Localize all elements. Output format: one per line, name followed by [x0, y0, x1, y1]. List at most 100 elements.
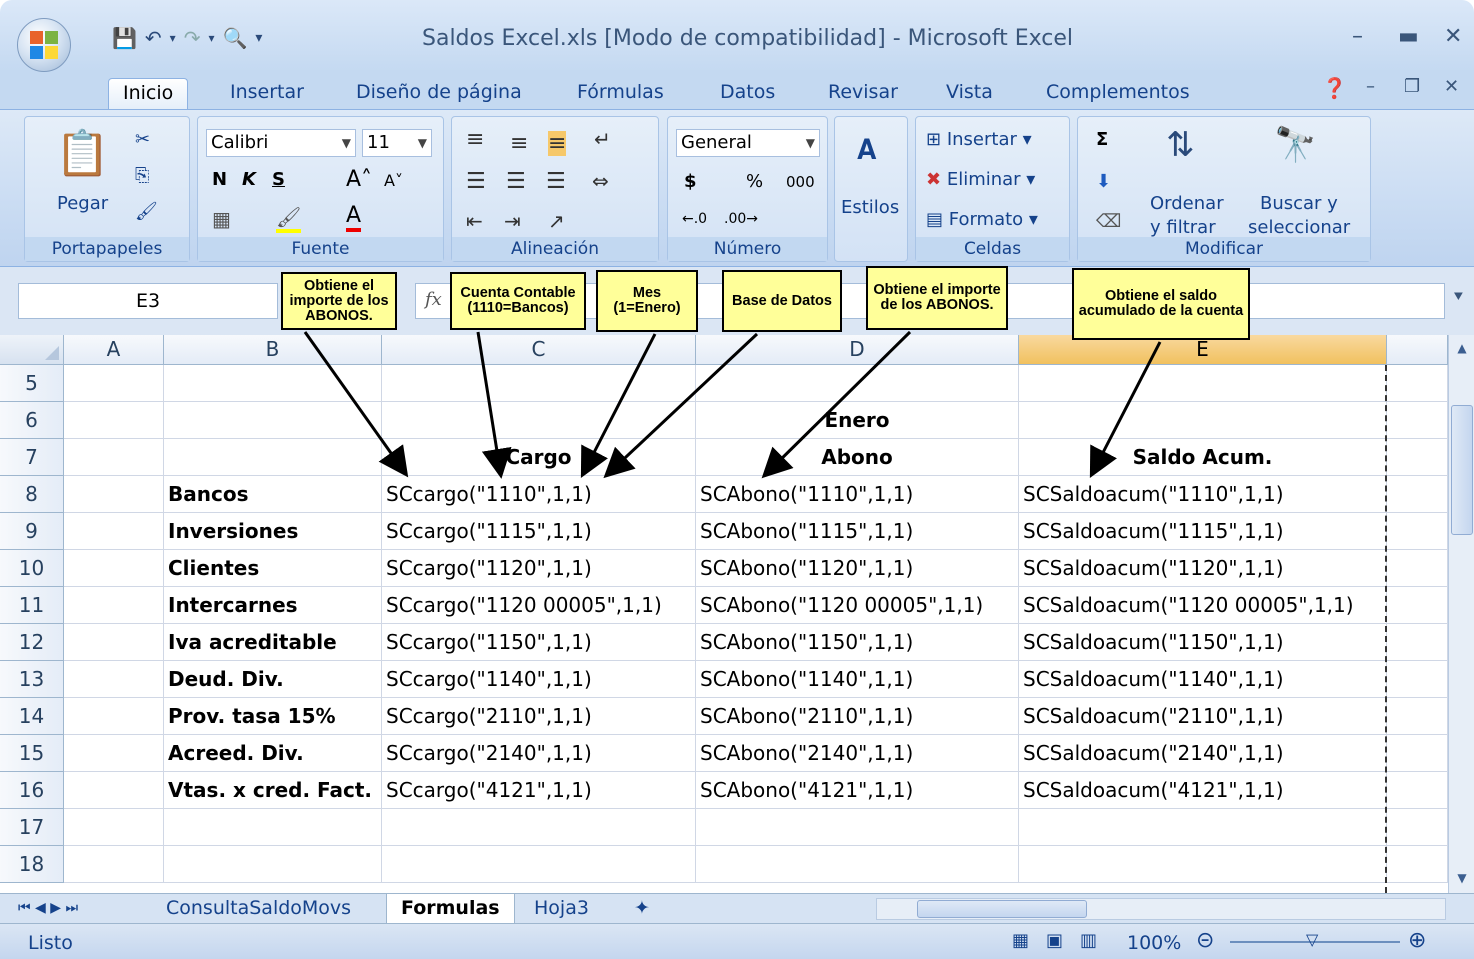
normal-view-icon[interactable]: ▦ — [1012, 930, 1029, 951]
row-header[interactable]: 5 — [0, 365, 64, 402]
font-size-combo[interactable]: 11 ▼ — [362, 129, 432, 157]
row-header[interactable]: 9 — [0, 513, 64, 550]
orientation-icon[interactable]: ↗ — [548, 209, 565, 233]
cell-d[interactable] — [696, 809, 1019, 846]
wrap-text-icon[interactable]: ↵ — [594, 127, 611, 151]
cell-b[interactable] — [164, 365, 382, 402]
help-icon[interactable]: ❓ — [1322, 76, 1347, 100]
row-header[interactable]: 15 — [0, 735, 64, 772]
cell-f[interactable] — [1387, 772, 1448, 809]
sort-filter-line2[interactable]: y filtrar — [1150, 217, 1216, 238]
cell-a[interactable] — [64, 476, 164, 513]
workbook-close-icon[interactable]: ✕ — [1444, 76, 1459, 97]
insert-sheet-icon[interactable]: ✦ — [620, 894, 664, 924]
tab-formulas[interactable]: Fórmulas — [563, 78, 678, 110]
cell-b[interactable]: Vtas. x cred. Fact. — [164, 772, 382, 809]
cell-d[interactable]: Enero — [696, 402, 1019, 439]
sheet-nav-icons[interactable]: ⏮ ◀ ▶ ⏭ — [4, 894, 92, 924]
cell-c[interactable]: SCcargo("1120",1,1) — [382, 550, 696, 587]
cell-d[interactable]: SCAbono("4121",1,1) — [696, 772, 1019, 809]
cell-c[interactable]: SCcargo("2110",1,1) — [382, 698, 696, 735]
cell-a[interactable] — [64, 439, 164, 476]
cell-f[interactable] — [1387, 587, 1448, 624]
cell-f[interactable] — [1387, 513, 1448, 550]
cell-a[interactable] — [64, 809, 164, 846]
column-header-b[interactable]: B — [164, 335, 382, 365]
column-header-c[interactable]: C — [382, 335, 696, 365]
restore-icon[interactable]: ❐ — [1404, 76, 1420, 97]
horizontal-scroll-thumb[interactable] — [917, 900, 1087, 918]
align-bottom-icon[interactable]: ≡ — [548, 131, 567, 156]
row-header[interactable]: 7 — [0, 439, 64, 476]
decrease-indent-icon[interactable]: ⇤ — [466, 209, 483, 233]
save-icon[interactable]: 💾 — [112, 26, 137, 50]
cell-b[interactable] — [164, 402, 382, 439]
cell-e[interactable] — [1019, 402, 1387, 439]
cell-e[interactable]: SCSaldoacum("2140",1,1) — [1019, 735, 1387, 772]
cell-a[interactable] — [64, 698, 164, 735]
sheet-tab-formulas[interactable]: Formulas — [386, 894, 515, 924]
cell-e[interactable]: SCSaldoacum("2110",1,1) — [1019, 698, 1387, 735]
paste-button[interactable]: Pegar — [57, 193, 108, 214]
cell-f[interactable] — [1387, 550, 1448, 587]
page-break-view-icon[interactable]: ▥ — [1080, 930, 1097, 951]
cell-f[interactable] — [1387, 735, 1448, 772]
find-select-line1[interactable]: Buscar y — [1260, 193, 1338, 214]
cell-d[interactable]: SCAbono("1140",1,1) — [696, 661, 1019, 698]
cell-c[interactable] — [382, 402, 696, 439]
undo-icon[interactable]: ↶ — [145, 26, 162, 50]
find-select-icon[interactable]: 🔭 — [1274, 125, 1316, 165]
cell-c[interactable] — [382, 846, 696, 883]
cell-d[interactable]: SCAbono("2110",1,1) — [696, 698, 1019, 735]
cell-e[interactable]: SCSaldoacum("1140",1,1) — [1019, 661, 1387, 698]
zoom-slider-thumb[interactable]: ▽ — [1306, 930, 1318, 949]
cell-e[interactable] — [1019, 809, 1387, 846]
page-layout-view-icon[interactable]: ▣ — [1046, 930, 1063, 951]
fx-icon[interactable]: fx — [425, 289, 442, 310]
increase-indent-icon[interactable]: ⇥ — [504, 209, 521, 233]
cell-e[interactable]: SCSaldoacum("1110",1,1) — [1019, 476, 1387, 513]
thousands-button[interactable]: 000 — [786, 173, 815, 191]
cell-b[interactable]: Clientes — [164, 550, 382, 587]
tab-datos[interactable]: Datos — [706, 78, 789, 110]
scroll-down-icon[interactable]: ▼ — [1451, 867, 1473, 889]
zoom-level[interactable]: 100% — [1127, 932, 1181, 954]
cut-icon[interactable]: ✂ — [135, 129, 150, 150]
tab-inicio[interactable]: Inicio — [108, 78, 189, 110]
cell-d[interactable]: Abono — [696, 439, 1019, 476]
row-header[interactable]: 12 — [0, 624, 64, 661]
cell-f[interactable] — [1387, 809, 1448, 846]
cell-b[interactable] — [164, 809, 382, 846]
tab-insertar[interactable]: Insertar — [216, 78, 318, 110]
cell-f[interactable] — [1387, 439, 1448, 476]
cell-c[interactable] — [382, 809, 696, 846]
cell-d[interactable]: SCAbono("1150",1,1) — [696, 624, 1019, 661]
bold-button[interactable]: N — [212, 169, 227, 190]
number-format-combo[interactable]: General ▼ — [676, 129, 820, 157]
cell-d[interactable]: SCAbono("1120 00005",1,1) — [696, 587, 1019, 624]
office-button[interactable] — [17, 18, 71, 72]
row-header[interactable]: 17 — [0, 809, 64, 846]
cell-a[interactable] — [64, 772, 164, 809]
undo-dropdown-icon[interactable]: ▾ — [170, 31, 176, 45]
cell-c[interactable]: SCcargo("1110",1,1) — [382, 476, 696, 513]
cell-e[interactable]: SCSaldoacum("1150",1,1) — [1019, 624, 1387, 661]
cell-a[interactable] — [64, 846, 164, 883]
row-header[interactable]: 6 — [0, 402, 64, 439]
fill-color-icon[interactable]: 🖌 — [276, 205, 302, 233]
cell-f[interactable] — [1387, 846, 1448, 883]
align-left-icon[interactable]: ☰ — [466, 169, 486, 194]
expand-formula-icon[interactable]: ⯆ — [1452, 287, 1465, 307]
align-right-icon[interactable]: ☰ — [546, 169, 566, 194]
vertical-scrollbar[interactable]: ▲ ▼ — [1448, 335, 1474, 893]
find-select-line2[interactable]: seleccionar — [1248, 217, 1350, 238]
maximize-icon[interactable]: ▬ — [1398, 24, 1419, 49]
cell-c[interactable]: SCcargo("1150",1,1) — [382, 624, 696, 661]
format-painter-icon[interactable]: 🖌 — [135, 201, 158, 222]
cell-d[interactable]: SCAbono("2140",1,1) — [696, 735, 1019, 772]
cell-d[interactable] — [696, 846, 1019, 883]
zoom-out-icon[interactable]: ⊝ — [1196, 928, 1214, 953]
cell-c[interactable]: SCcargo("1120 00005",1,1) — [382, 587, 696, 624]
cell-b[interactable]: Prov. tasa 15% — [164, 698, 382, 735]
redo-dropdown-icon[interactable]: ▾ — [208, 31, 214, 45]
